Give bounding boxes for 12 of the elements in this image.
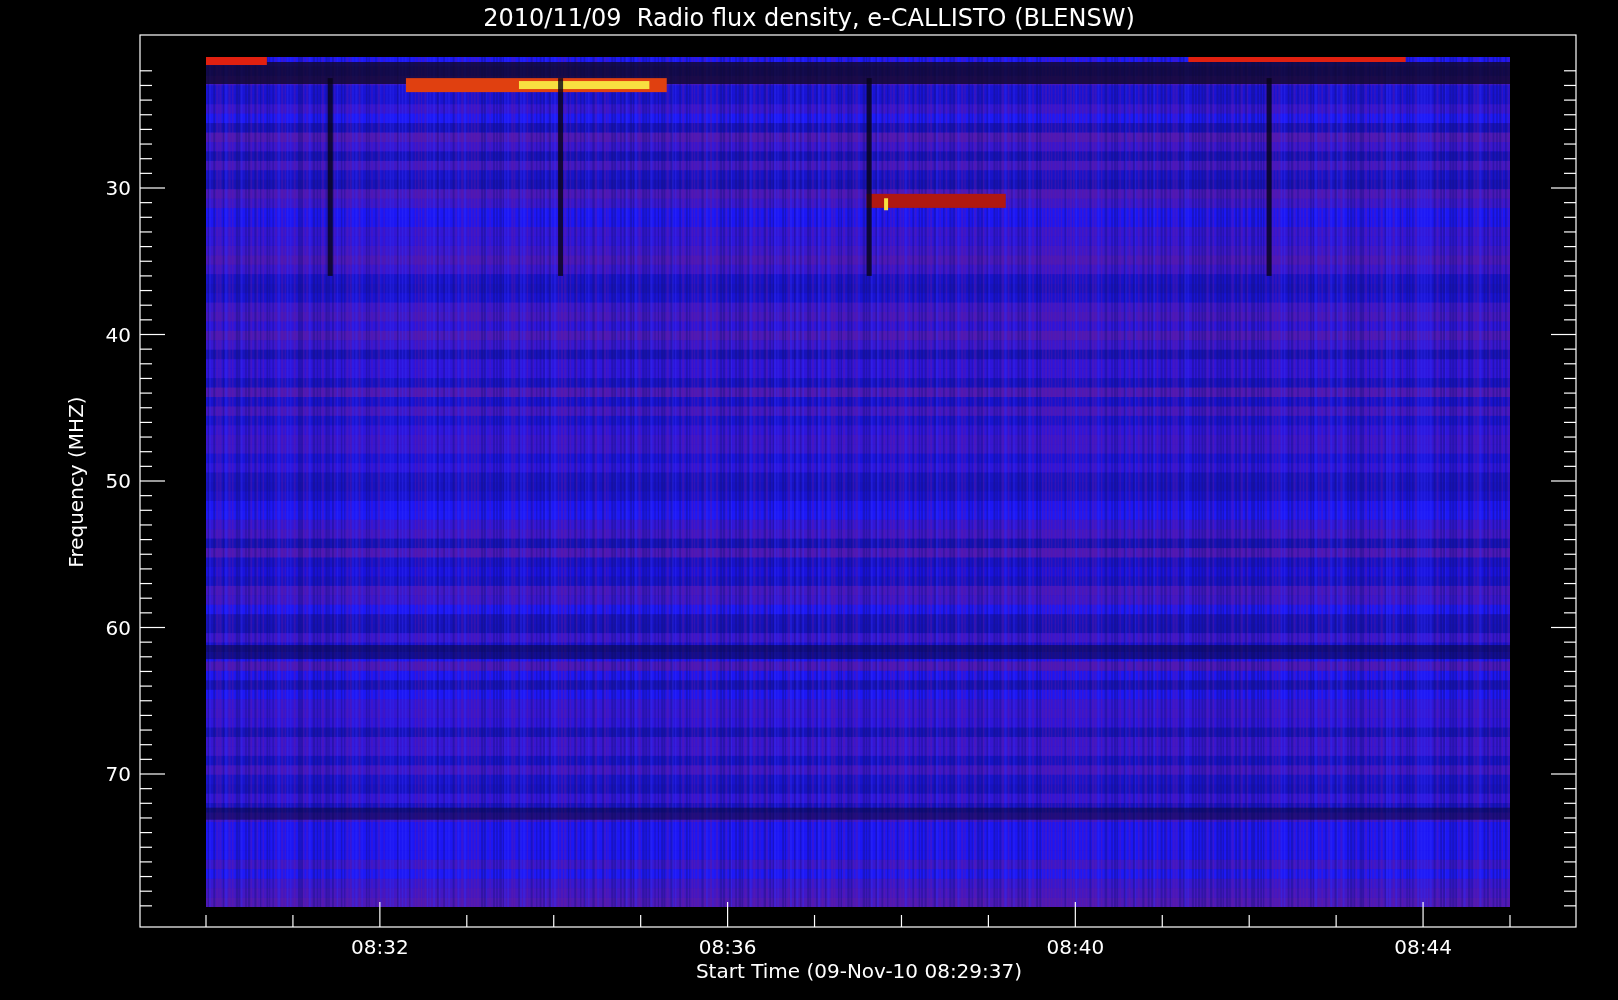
plot-title: 2010/11/09 Radio flux density, e-CALLISTO (BLENSW) xyxy=(483,4,1135,32)
y-tick-label: 40 xyxy=(105,322,131,347)
x-tick-label: 08:36 xyxy=(698,935,757,959)
x-tick-label: 08:32 xyxy=(351,935,409,959)
x-tick-label: 08:40 xyxy=(1046,935,1105,959)
y-tick-label: 50 xyxy=(105,469,131,493)
y-tick-label: 60 xyxy=(105,615,131,640)
x-axis-label: Start Time (09-Nov-10 08:29:37) xyxy=(695,959,1023,983)
y-axis-label: Frequency (MHZ) xyxy=(64,396,88,568)
x-tick-label: 08:44 xyxy=(1394,935,1452,959)
y-tick-label: 70 xyxy=(105,762,131,786)
y-tick-label: 30 xyxy=(105,176,131,200)
